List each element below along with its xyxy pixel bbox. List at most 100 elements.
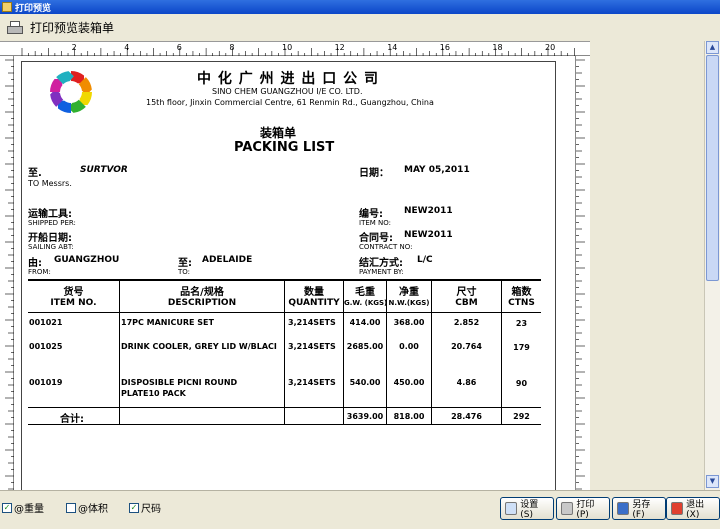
total-cbm: 28.476 [451, 412, 482, 421]
total-label: 合计: [60, 414, 84, 425]
scroll-down-arrow[interactable]: ▼ [706, 475, 719, 488]
ruler-tick-label: 12 [335, 43, 345, 52]
app-icon [2, 2, 12, 12]
row-desc: 17PC MANICURE SET [121, 318, 214, 327]
header-qty-cn: 数量 [304, 287, 324, 298]
company-address: 15th floor, Jinxin Commercial Centre, 61… [146, 98, 434, 107]
row-item: 001021 [29, 318, 63, 327]
shipped-label-cn: 运输工具: [28, 209, 72, 220]
ruler-tick-label: 16 [440, 43, 450, 52]
row-ctns: 90 [515, 379, 528, 388]
total-ctns: 292 [513, 412, 530, 421]
row-nw: 450.00 [393, 378, 425, 387]
window-titlebar: 打印预览 [0, 0, 720, 14]
row-nw: 368.00 [393, 318, 425, 327]
ruler-tick-label: 2 [72, 43, 77, 52]
settings-button[interactable]: 设置(S) [500, 497, 554, 520]
total-nw: 818.00 [393, 412, 425, 421]
row-cbm: 4.86 [456, 378, 477, 387]
sailing-label-en: SAILING ABT: [28, 243, 74, 251]
header-gw-en: G.W. (KGS) [344, 299, 388, 307]
row-desc-line2: PLATE10 PACK [121, 389, 186, 398]
printer-icon [561, 502, 574, 515]
ruler-left-ticks [5, 59, 14, 490]
row-cbm: 2.852 [453, 318, 480, 327]
ruler-tick-label: 8 [229, 43, 234, 52]
header-desc-en: DESCRIPTION [167, 298, 237, 308]
vertical-scrollbar[interactable]: ▲ ▼ [704, 41, 720, 490]
from-value: GUANGZHOU [54, 255, 120, 265]
ruler-right-ticks [576, 59, 585, 490]
settings-icon [505, 502, 518, 515]
to-label-cn: 至. [28, 168, 42, 179]
scroll-up-arrow[interactable]: ▲ [706, 41, 719, 54]
exit-icon [671, 502, 684, 515]
row-gw: 414.00 [349, 318, 381, 327]
payment-label-en: PAYMENT BY: [359, 268, 404, 276]
from-label-en: FROM: [28, 268, 51, 276]
company-name-en: SINO CHEM GUANGZHOU I/E CO. LTD. [212, 87, 363, 96]
save-as-button[interactable]: 另存(F) [612, 497, 666, 520]
row-desc: DRINK COOLER, GREY LID W/BLACI [121, 342, 277, 351]
ruler-left [0, 56, 14, 491]
company-logo [50, 71, 92, 113]
weight-checkbox-label: @重量 [14, 504, 44, 515]
row-qty: 3,214SETS [288, 378, 336, 387]
size-checkbox[interactable]: ✓ 尺码 [129, 500, 161, 515]
row-ctns: 23 [515, 319, 528, 328]
ruler-tick-label: 6 [177, 43, 182, 52]
row-gw: 2685.00 [346, 342, 384, 351]
header-item-en: ITEM NO. [50, 298, 97, 308]
from-label-cn: 由: [28, 258, 42, 269]
number-label-cn: 编号: [359, 209, 383, 220]
ruler-tick-label: 14 [387, 43, 397, 52]
total-gw: 3639.00 [346, 412, 384, 421]
exit-button[interactable]: 退出(X) [666, 497, 720, 520]
save-icon [617, 502, 630, 515]
header-cbm-en: CBM [455, 298, 478, 308]
header-qty-en: QUANTITY [288, 298, 340, 308]
company-name-cn: 中 化 广 州 进 出 口 公 司 [197, 71, 379, 87]
payment-value: L/C [417, 255, 433, 265]
preview-background [590, 41, 720, 490]
row-qty: 3,214SETS [288, 342, 336, 351]
volume-checkbox[interactable]: @体积 [66, 500, 108, 515]
number-value: NEW2011 [404, 206, 453, 216]
size-checkbox-label: 尺码 [141, 504, 161, 515]
volume-checkbox-label: @体积 [78, 504, 108, 515]
ruler-tick-label: 4 [124, 43, 129, 52]
date-label: 日期： [359, 168, 389, 179]
payment-label-cn: 结汇方式: [359, 258, 403, 269]
contract-value: NEW2011 [404, 230, 453, 240]
document-page: 中 化 广 州 进 出 口 公 司 SINO CHEM GUANGZHOU I/… [21, 61, 556, 490]
row-cbm: 20.764 [451, 342, 482, 351]
settings-button-label: 设置(S) [520, 500, 539, 520]
exit-button-label: 退出(X) [686, 500, 705, 520]
row-gw: 540.00 [349, 378, 381, 387]
window-title: 打印预览 [15, 3, 52, 14]
ruler-top-ticks: 2 4 6 8 10 12 14 16 18 20 [21, 43, 575, 56]
row-nw: 0.00 [399, 342, 419, 351]
row-qty: 3,214SETS [288, 318, 336, 327]
sailing-label-cn: 开船日期: [28, 233, 72, 244]
number-label-en: ITEM NO: [359, 219, 392, 227]
weight-checkbox[interactable]: ✓ @重量 [2, 500, 44, 515]
header-ctns-en: CTNS [508, 298, 535, 308]
date-value: MAY 05,2011 [404, 165, 470, 175]
header-desc-cn: 品名/规格 [180, 287, 224, 298]
save-as-button-label: 另存(F) [632, 500, 651, 520]
row-ctns: 179 [513, 343, 530, 352]
ruler-tick-label: 10 [282, 43, 292, 52]
scrollbar-thumb[interactable] [706, 55, 719, 281]
header-cbm-cn: 尺寸 [456, 287, 477, 298]
ruler-right [575, 56, 590, 491]
print-button[interactable]: 打印(P) [556, 497, 610, 520]
doc-title-en: PACKING LIST [234, 140, 335, 155]
row-item: 001019 [29, 378, 63, 387]
header-nw-cn: 净重 [399, 287, 419, 298]
ruler-tick-label: 20 [545, 43, 555, 52]
checkbox-empty-icon [66, 502, 76, 513]
row-item: 001025 [29, 342, 63, 351]
header-nw-en: N.W.(KGS) [388, 299, 430, 307]
toolbar: 打印预览装箱单 [0, 14, 720, 41]
